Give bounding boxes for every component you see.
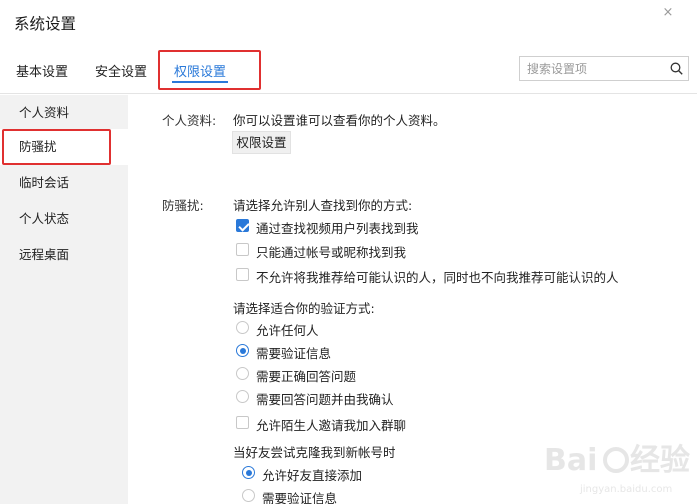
- watermark-logo: Bai 经验 jingyan.baidu.com: [544, 443, 690, 495]
- clone-option-label: 允许好友直接添加: [262, 468, 363, 483]
- anti-harass-label: 防骚扰:: [162, 198, 204, 213]
- find-by-video-list-checkbox[interactable]: [236, 219, 249, 232]
- sidebar-item-status[interactable]: 个人状态: [0, 201, 128, 237]
- window-title: 系统设置: [14, 15, 77, 33]
- find-option-label: 不允许将我推荐给可能认识的人，同时也不向我推荐可能认识的人: [256, 270, 619, 285]
- sidebar-item-remote-desktop[interactable]: 远程桌面: [0, 237, 128, 273]
- find-option-label: 通过查找视频用户列表找到我: [256, 221, 419, 236]
- verify-option-label: 需要回答问题并由我确认: [256, 392, 394, 407]
- tab-highlight-box: [158, 50, 261, 90]
- find-by-account-checkbox[interactable]: [236, 243, 249, 256]
- verify-prompt: 请选择适合你的验证方式:: [233, 301, 375, 316]
- search-box: [519, 56, 689, 81]
- clone-option-label: 需要验证信息: [262, 491, 338, 504]
- verify-answer-radio[interactable]: [236, 367, 249, 380]
- search-input[interactable]: [520, 57, 665, 80]
- verify-anyone-radio[interactable]: [236, 321, 249, 334]
- verify-option-label: 需要正确回答问题: [256, 369, 357, 384]
- verify-message-radio[interactable]: [236, 344, 249, 357]
- svg-text:经验: 经验: [630, 443, 690, 478]
- svg-text:Bai: Bai: [544, 443, 597, 478]
- find-option-label: 只能通过帐号或昵称找到我: [256, 245, 407, 260]
- profile-label: 个人资料:: [162, 113, 217, 128]
- tab-basic-settings[interactable]: 基本设置: [16, 61, 68, 80]
- verify-option-label: 允许任何人: [256, 323, 319, 338]
- verify-option-label: 需要验证信息: [256, 346, 332, 361]
- clone-allow-radio[interactable]: [242, 466, 255, 479]
- sidebar-highlight-box: [2, 129, 111, 165]
- clone-verify-radio[interactable]: [242, 489, 255, 502]
- find-prompt: 请选择允许别人查找到你的方式:: [233, 198, 413, 213]
- group-invite-checkbox[interactable]: [236, 416, 249, 429]
- svg-text:jingyan.baidu.com: jingyan.baidu.com: [579, 484, 672, 495]
- permission-settings-button[interactable]: 权限设置: [232, 131, 291, 154]
- group-invite-label: 允许陌生人邀请我加入群聊: [256, 418, 407, 433]
- no-recommend-checkbox[interactable]: [236, 268, 249, 281]
- search-icon[interactable]: [670, 62, 683, 75]
- verify-answer-confirm-radio[interactable]: [236, 390, 249, 403]
- sidebar-item-temp-chat[interactable]: 临时会话: [0, 165, 128, 201]
- close-icon[interactable]: ×: [661, 6, 675, 20]
- profile-description: 你可以设置谁可以查看你的个人资料。: [233, 113, 446, 128]
- clone-prompt: 当好友尝试克隆我到新帐号时: [233, 445, 396, 460]
- tab-security-settings[interactable]: 安全设置: [95, 61, 147, 80]
- title-bar: 系统设置 ×: [0, 0, 697, 44]
- sidebar-item-profile[interactable]: 个人资料: [0, 95, 128, 131]
